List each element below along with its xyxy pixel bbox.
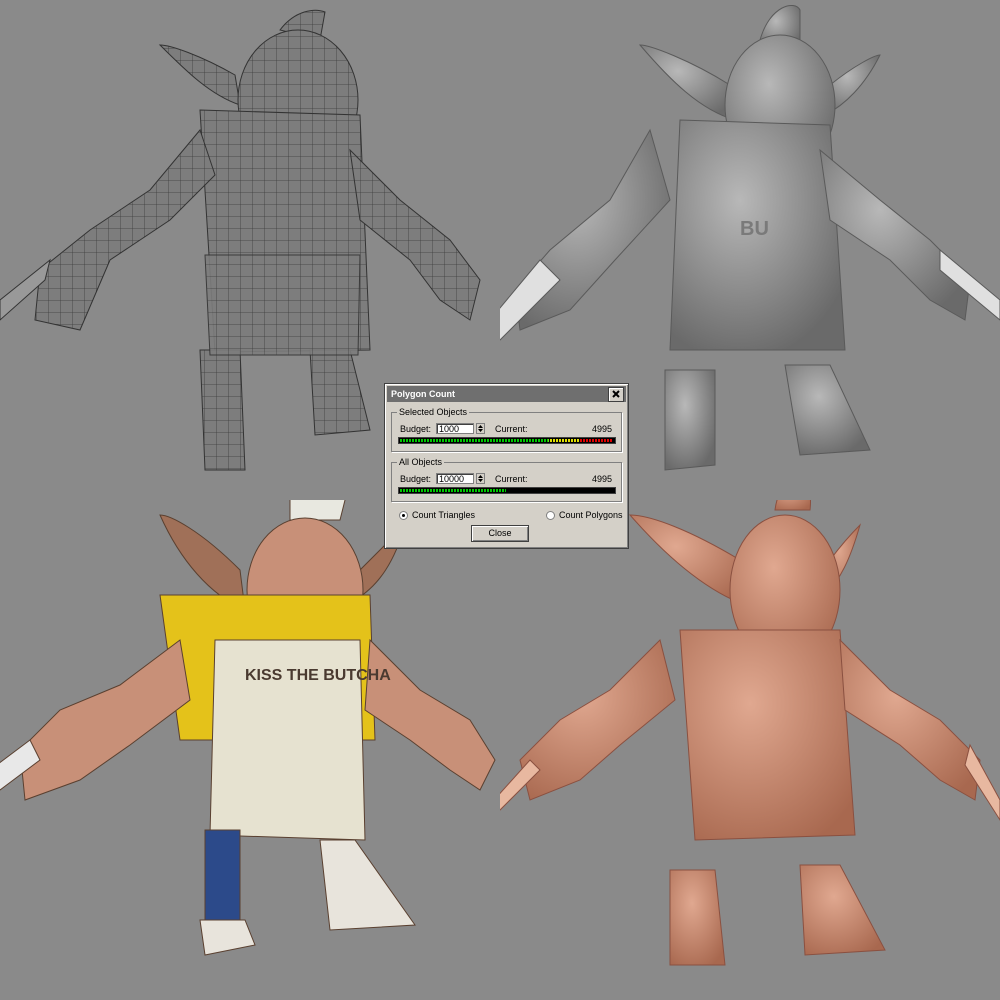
left-leg — [199, 349, 246, 471]
selected-objects-group: Selected Objects Budget: 1000 Current: 4… — [391, 407, 622, 452]
selected-progress-fill — [400, 439, 612, 442]
left-arm — [34, 128, 216, 331]
left-claw — [500, 759, 541, 811]
right-arm — [839, 638, 981, 801]
selected-budget-label: Budget: — [400, 424, 432, 434]
left-ear — [158, 44, 241, 106]
all-objects-legend: All Objects — [397, 457, 445, 467]
count-polygons-radio[interactable] — [546, 511, 555, 520]
count-polygons-label[interactable]: Count Polygons — [559, 510, 623, 520]
clay-character — [500, 500, 1000, 966]
all-budget-input[interactable]: 10000 — [436, 473, 474, 484]
right-arm — [364, 638, 496, 791]
all-current-label: Current: — [495, 474, 528, 484]
all-progress-bar — [398, 487, 616, 494]
all-budget-label: Budget: — [400, 474, 432, 484]
dialog-title: Polygon Count — [391, 389, 455, 399]
all-objects-group: All Objects Budget: 10000 Current: 4995 — [391, 457, 622, 502]
right-arm — [349, 148, 481, 321]
left-arm — [519, 639, 676, 801]
jeans — [204, 829, 241, 921]
count-triangles-radio[interactable] — [399, 511, 408, 520]
right-boot — [799, 864, 886, 956]
selected-current-value: 4995 — [592, 424, 613, 434]
clay-view — [500, 500, 1000, 1000]
apron — [204, 254, 361, 356]
selected-current-label: Current: — [495, 424, 528, 434]
left-ear — [638, 44, 736, 121]
left-boot — [664, 369, 716, 471]
all-budget-spinner[interactable] — [476, 473, 485, 484]
selected-budget-input[interactable]: 1000 — [436, 423, 474, 434]
textured-view: KISS THE BUTCHA — [0, 500, 500, 1000]
torso-apron — [679, 629, 856, 841]
all-current-value: 4995 — [592, 474, 613, 484]
right-arm — [819, 148, 971, 321]
left-boot — [199, 919, 256, 956]
selected-progress-bar — [398, 437, 616, 444]
right-leg — [309, 349, 371, 436]
left-arm — [19, 639, 191, 801]
selected-budget-spinner[interactable] — [476, 423, 485, 434]
count-triangles-label[interactable]: Count Triangles — [412, 510, 475, 520]
dialog-titlebar[interactable]: Polygon Count — [387, 386, 626, 402]
close-icon[interactable] — [608, 387, 624, 402]
textured-character — [0, 500, 496, 956]
left-ear — [628, 514, 746, 606]
all-progress-fill — [400, 489, 506, 492]
selected-objects-legend: Selected Objects — [397, 407, 470, 417]
close-button[interactable]: Close — [471, 525, 529, 542]
hat — [289, 500, 346, 521]
right-boot — [319, 839, 416, 931]
apron-text: BU — [740, 218, 769, 240]
right-boot — [784, 364, 871, 456]
left-boot — [669, 869, 726, 966]
apron-text: KISS THE BUTCHA — [245, 667, 391, 684]
polygon-count-dialog: Polygon Count Selected Objects Budget: 1… — [384, 383, 629, 549]
hat — [774, 500, 811, 511]
